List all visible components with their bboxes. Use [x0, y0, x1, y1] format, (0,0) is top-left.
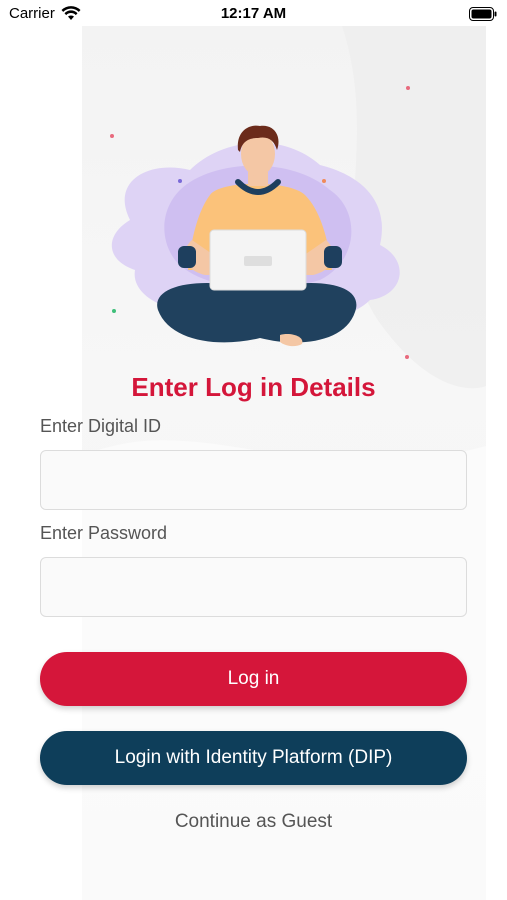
password-input[interactable] — [40, 557, 467, 617]
digital-id-label: Enter Digital ID — [40, 416, 162, 436]
battery-icon — [469, 7, 497, 21]
login-button[interactable]: Log in — [40, 652, 467, 706]
digital-id-input[interactable] — [40, 450, 467, 510]
person-with-laptop-illustration — [110, 86, 410, 359]
page-title: Enter Log in Details — [131, 372, 376, 402]
password-label: Enter Password — [40, 523, 168, 543]
dip-login-button[interactable]: Login with Identity Platform (DIP) — [40, 731, 467, 785]
continue-as-guest-link[interactable]: Continue as Guest — [0, 811, 507, 833]
status-bar: Carrier 12:17 AM — [0, 0, 507, 28]
clock-time: 12:17 AM — [220, 5, 287, 22]
login-screen: Carrier 12:17 AM Enter Log in Details En… — [0, 0, 507, 900]
